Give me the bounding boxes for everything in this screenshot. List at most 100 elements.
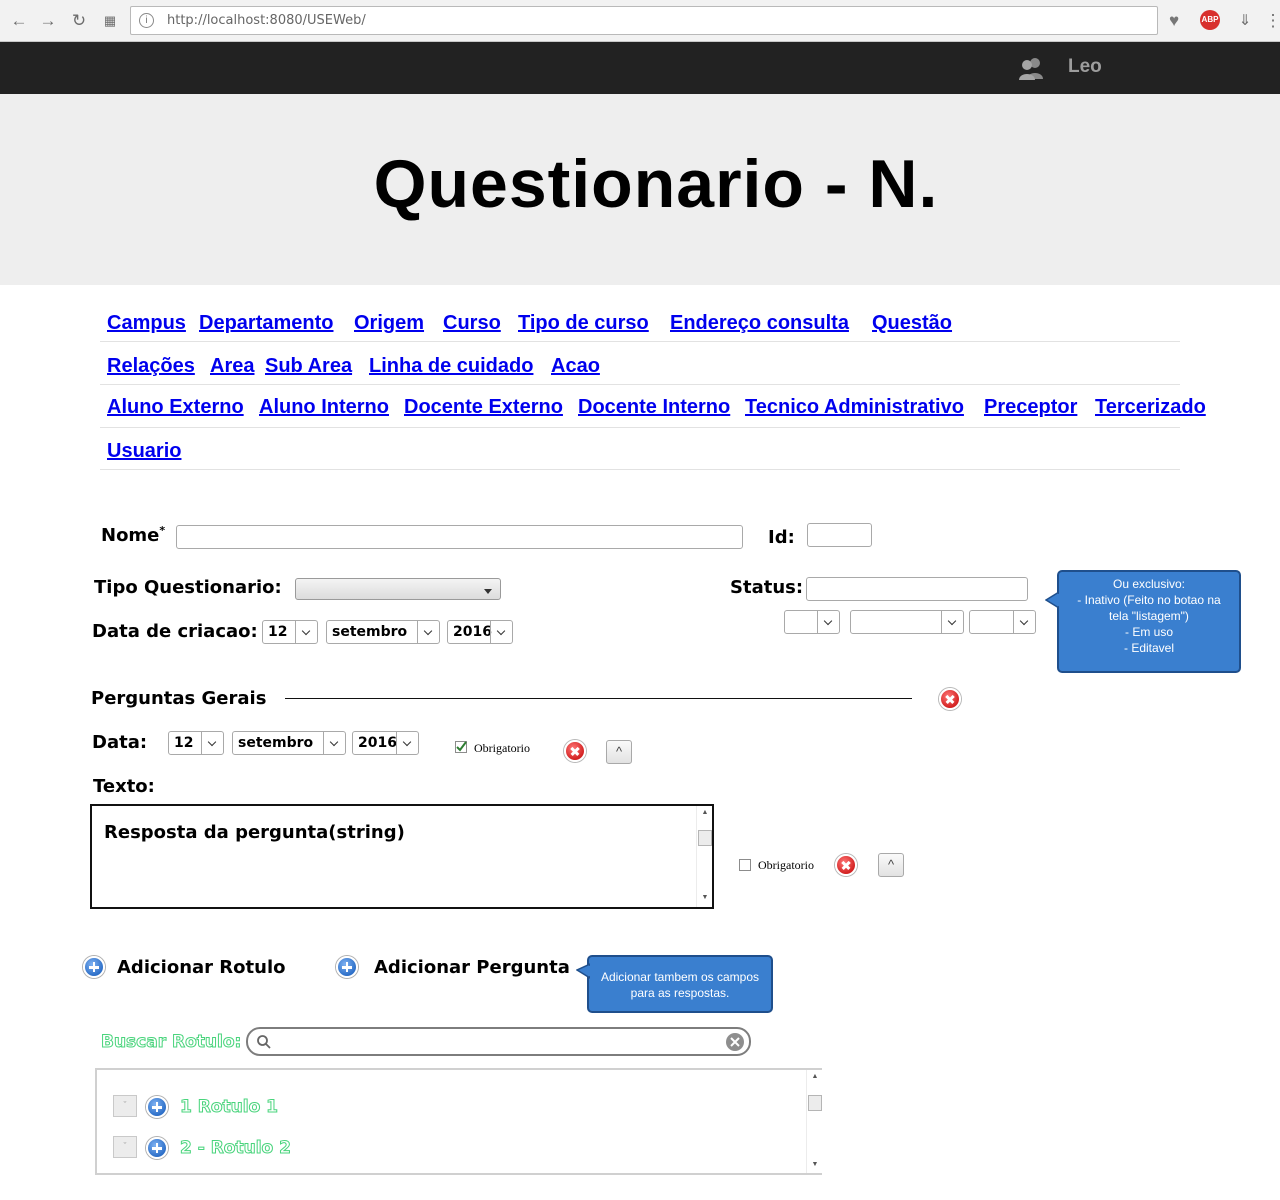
chevron-down-icon: [417, 621, 439, 643]
delete-section-icon[interactable]: [939, 688, 961, 710]
resposta-text[interactable]: Resposta da pergunta(string): [104, 822, 405, 843]
nav-divider: [100, 427, 1180, 428]
obrigatorio-checkbox-2[interactable]: [739, 859, 751, 871]
forward-icon[interactable]: →: [37, 10, 59, 32]
pergunta-day-select[interactable]: 12: [168, 731, 224, 755]
obrigatorio-label: Obrigatorio: [474, 741, 530, 755]
obrigatorio-label-2: Obrigatorio: [758, 858, 814, 872]
nav-endereco-consulta[interactable]: Endereço consulta: [670, 312, 849, 335]
data-criacao-day-select[interactable]: 12: [262, 620, 318, 644]
nav-origem[interactable]: Origem: [354, 312, 424, 335]
heart-icon[interactable]: ♥: [1163, 10, 1185, 32]
status-day-select[interactable]: [784, 610, 840, 634]
chevron-down-icon: [484, 589, 492, 594]
data-criacao-year-select[interactable]: 2016: [447, 620, 513, 644]
reload-icon[interactable]: ↻: [68, 10, 90, 32]
url-text[interactable]: http://localhost:8080/USEWeb/: [167, 13, 366, 28]
tree-scrollbar[interactable]: ▲ ▼: [806, 1070, 822, 1173]
perguntas-gerais-title: Perguntas Gerais: [91, 688, 267, 709]
search-icon: [257, 1035, 271, 1049]
nav-tecnico-administrativo[interactable]: Tecnico Administrativo: [745, 396, 964, 419]
pergunta-year-select[interactable]: 2016: [352, 731, 419, 755]
nav-divider: [100, 469, 1180, 470]
add-rotulo-button[interactable]: Adicionar Rotulo: [117, 957, 285, 978]
nav-preceptor[interactable]: Preceptor: [984, 396, 1077, 419]
delete-data-icon[interactable]: [564, 740, 586, 762]
tree-toggle[interactable]: ˇ: [113, 1095, 137, 1117]
status-callout: Ou exclusivo: - Inativo (Feito no botao …: [1057, 570, 1241, 673]
chevron-down-icon: [396, 732, 418, 754]
tipo-questionario-select[interactable]: [295, 578, 501, 600]
add-pergunta-callout: Adicionar tambem os campos para as respo…: [587, 955, 773, 1013]
tree-toggle[interactable]: ˇ: [113, 1136, 137, 1158]
nav-curso[interactable]: Curso: [443, 312, 501, 335]
site-info-icon[interactable]: i: [139, 13, 154, 28]
nav-area[interactable]: Area: [210, 355, 254, 378]
buscar-rotulo-input[interactable]: [246, 1027, 751, 1056]
nav-aluno-interno[interactable]: Aluno Interno: [259, 396, 389, 419]
chevron-down-icon: [1013, 611, 1035, 633]
data-label: Data:: [92, 732, 148, 753]
nav-tipo-de-curso[interactable]: Tipo de curso: [518, 312, 649, 335]
add-pergunta-button[interactable]: Adicionar Pergunta: [374, 957, 570, 978]
move-up-button-2[interactable]: ^: [878, 853, 904, 877]
resposta-textarea[interactable]: Resposta da pergunta(string) ▲ ▼: [90, 804, 714, 909]
move-up-button[interactable]: ^: [606, 740, 632, 764]
menu-icon[interactable]: ⋮: [1262, 10, 1280, 32]
chevron-down-icon: [490, 621, 512, 643]
textarea-scrollbar[interactable]: ▲ ▼: [696, 806, 712, 907]
apps-icon[interactable]: ▦: [99, 10, 121, 32]
status-label: Status:: [730, 577, 804, 598]
add-pergunta-icon[interactable]: [336, 956, 358, 978]
nav-usuario[interactable]: Usuario: [107, 440, 181, 463]
nav-relacoes[interactable]: Relações: [107, 355, 195, 378]
buscar-rotulo-label: Buscar Rotulo:: [100, 1032, 242, 1053]
pergunta-month-select[interactable]: setembro: [232, 731, 346, 755]
check-icon: [456, 741, 467, 752]
callout-pointer: [1045, 591, 1059, 609]
nav-tercerizado[interactable]: Tercerizado: [1095, 396, 1206, 419]
browser-toolbar: ← → ↻ ▦ i http://localhost:8080/USEWeb/ …: [0, 0, 1280, 42]
nav-acao[interactable]: Acao: [551, 355, 600, 378]
users-icon[interactable]: [1018, 55, 1044, 81]
tipo-questionario-label: Tipo Questionario:: [94, 577, 282, 598]
rotulo-tree: ˇ 1 Rotulo 1 ˇ 2 - Rotulo 2 ▲ ▼: [95, 1068, 822, 1175]
nav-docente-interno[interactable]: Docente Interno: [578, 396, 730, 419]
nome-input[interactable]: [176, 525, 743, 549]
delete-texto-icon[interactable]: [835, 854, 857, 876]
add-child-icon[interactable]: [146, 1137, 168, 1159]
texto-label: Texto:: [93, 776, 155, 797]
nav-docente-externo[interactable]: Docente Externo: [404, 396, 563, 419]
callout-pointer: [576, 963, 590, 979]
tree-item-label[interactable]: 1 Rotulo 1: [180, 1097, 279, 1118]
nav-divider: [100, 341, 1180, 342]
chevron-down-icon: [323, 732, 345, 754]
status-month-select[interactable]: [850, 610, 964, 634]
chevron-down-icon: [941, 611, 963, 633]
id-input[interactable]: [807, 523, 872, 547]
obrigatorio-checkbox[interactable]: [455, 741, 467, 753]
address-bar[interactable]: i http://localhost:8080/USEWeb/: [130, 6, 1158, 35]
nav-departamento[interactable]: Departamento: [199, 312, 333, 335]
clear-search-icon[interactable]: [726, 1033, 744, 1051]
add-rotulo-icon[interactable]: [83, 956, 105, 978]
id-label: Id:: [768, 527, 795, 548]
nav-campus[interactable]: Campus: [107, 312, 186, 335]
back-icon[interactable]: ←: [8, 10, 30, 32]
tree-item-label[interactable]: 2 - Rotulo 2: [180, 1138, 292, 1159]
nav-sub-area[interactable]: Sub Area: [265, 355, 352, 378]
status-year-select[interactable]: [969, 610, 1036, 634]
data-criacao-month-select[interactable]: setembro: [326, 620, 440, 644]
section-divider: [285, 698, 912, 699]
user-name[interactable]: Leo: [1068, 56, 1102, 78]
nav-questao[interactable]: Questão: [872, 312, 952, 335]
nav-linha-de-cuidado[interactable]: Linha de cuidado: [369, 355, 533, 378]
nav-aluno-externo[interactable]: Aluno Externo: [107, 396, 244, 419]
status-input[interactable]: [806, 577, 1028, 601]
chevron-down-icon: [201, 732, 223, 754]
nome-label: Nome*: [101, 524, 166, 546]
add-child-icon[interactable]: [146, 1096, 168, 1118]
chevron-down-icon: [295, 621, 317, 643]
adblock-icon[interactable]: ABP: [1200, 10, 1220, 30]
download-icon[interactable]: ⇓: [1234, 10, 1256, 32]
